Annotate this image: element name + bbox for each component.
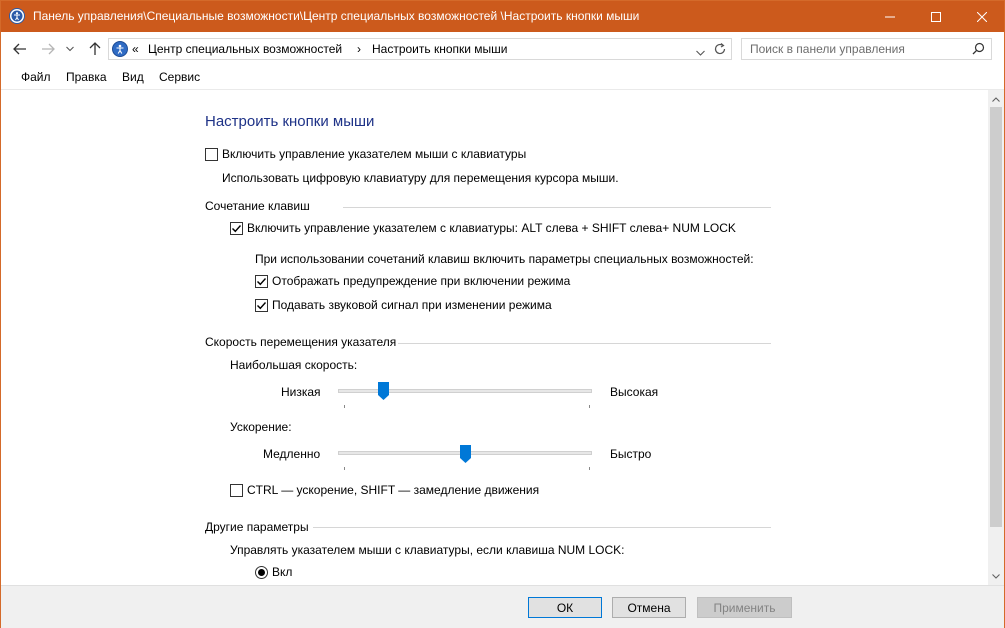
shortcut-note: При использовании сочетаний клавиш включ… <box>255 252 754 266</box>
checkbox-label: Включить управление указателем с клавиат… <box>247 221 736 235</box>
page-title: Настроить кнопки мыши <box>205 113 375 130</box>
checkbox-box[interactable] <box>255 274 268 288</box>
vertical-scrollbar[interactable] <box>988 90 1004 585</box>
ctrl-shift-checkbox[interactable]: CTRL — ускорение, SHIFT — замедление дви… <box>230 483 539 497</box>
acceleration-low-label: Медленно <box>263 447 321 461</box>
menu-edit[interactable]: Правка <box>66 70 107 84</box>
maximize-button[interactable] <box>913 1 959 32</box>
ok-button[interactable]: ОК <box>528 597 602 618</box>
menu-bar: Файл Правка Вид Сервис <box>1 66 1004 90</box>
content-area: Настроить кнопки мыши Включить управлени… <box>1 90 988 585</box>
checkbox-label: Включить управление указателем мыши с кл… <box>222 147 527 161</box>
top-speed-high-label: Высокая <box>610 385 659 399</box>
control-panel-window: Панель управления\Специальные возможност… <box>0 0 1005 628</box>
scroll-up-button[interactable] <box>988 91 1004 107</box>
checkmark-icon <box>232 224 242 232</box>
chevron-down-icon <box>66 46 74 52</box>
refresh-button[interactable] <box>713 42 727 59</box>
minimize-button[interactable] <box>867 1 913 32</box>
top-speed-slider-thumb[interactable] <box>378 382 390 400</box>
window-title: Панель управления\Специальные возможност… <box>33 9 640 23</box>
breadcrumb-separator[interactable]: › <box>357 42 361 56</box>
top-speed-low-label: Низкая <box>281 385 321 399</box>
search-box <box>741 38 992 60</box>
checkbox-box[interactable] <box>230 221 243 235</box>
maximize-icon <box>931 11 941 22</box>
scrollbar-thumb[interactable] <box>990 107 1002 527</box>
checkbox-label: Подавать звуковой сигнал при изменении р… <box>272 298 552 312</box>
back-button[interactable] <box>11 40 29 58</box>
ease-of-access-icon <box>9 8 25 24</box>
section-title-speed: Скорость перемещения указателя <box>205 335 397 349</box>
radio-label: Вкл <box>272 565 293 579</box>
slider-tick <box>589 467 590 470</box>
slider-tick <box>589 405 590 408</box>
arrow-up-icon <box>89 42 101 55</box>
slider-tick <box>344 467 345 470</box>
checkbox-label: Отображать предупреждение при включении … <box>272 274 571 288</box>
top-speed-label: Наибольшая скорость: <box>230 358 358 372</box>
checkbox-box[interactable] <box>230 483 243 497</box>
shortcut-toggle-checkbox[interactable]: Включить управление указателем с клавиат… <box>230 221 736 235</box>
numlock-on-radio[interactable]: Вкл <box>255 565 292 579</box>
menu-tools[interactable]: Сервис <box>159 70 200 84</box>
forward-button[interactable] <box>39 40 57 58</box>
search-icon <box>972 42 985 55</box>
chevron-down-icon <box>992 573 1000 579</box>
dialog-button-bar: ОК Отмена Применить <box>1 585 1004 628</box>
search-input[interactable] <box>743 40 963 58</box>
section-divider <box>398 343 771 344</box>
slider-tick <box>344 405 345 408</box>
minimize-icon <box>885 16 895 17</box>
address-dropdown-button[interactable] <box>696 45 705 59</box>
close-button[interactable] <box>959 1 1005 32</box>
checkbox-label: CTRL — ускорение, SHIFT — замедление дви… <box>247 483 540 497</box>
numlock-label: Управлять указателем мыши с клавиатуры, … <box>230 543 625 557</box>
checkbox-box[interactable] <box>255 298 268 312</box>
address-bar: « Центр специальных возможностей › Настр… <box>1 32 1004 66</box>
title-bar: Панель управления\Специальные возможност… <box>1 1 1004 32</box>
checkmark-icon <box>257 301 267 309</box>
sound-toggle-checkbox[interactable]: Подавать звуковой сигнал при изменении р… <box>255 298 552 312</box>
breadcrumb-item-ease-center[interactable]: Центр специальных возможностей <box>148 42 342 56</box>
close-icon <box>977 11 987 22</box>
chevron-down-icon <box>696 50 705 56</box>
top-speed-slider-track[interactable] <box>338 389 592 393</box>
menu-view[interactable]: Вид <box>122 70 144 84</box>
checkmark-icon <box>257 277 267 285</box>
chevron-up-icon <box>992 96 1000 102</box>
recent-locations-button[interactable] <box>64 40 76 58</box>
breadcrumb-overflow[interactable]: « <box>132 42 139 56</box>
section-title-shortcut: Сочетание клавиш <box>205 199 310 213</box>
radio-dot <box>258 568 265 576</box>
search-button[interactable] <box>972 42 985 58</box>
warning-toggle-checkbox[interactable]: Отображать предупреждение при включении … <box>255 274 570 288</box>
up-button[interactable] <box>86 40 104 58</box>
section-divider <box>343 207 771 208</box>
enable-mouse-keys-checkbox[interactable]: Включить управление указателем мыши с кл… <box>205 147 526 161</box>
checkbox-box[interactable] <box>205 147 218 161</box>
acceleration-slider-thumb[interactable] <box>459 445 471 463</box>
refresh-icon <box>714 43 726 55</box>
address-field[interactable]: « Центр специальных возможностей › Настр… <box>108 38 732 60</box>
ease-of-access-icon <box>112 41 128 57</box>
enable-description: Использовать цифровую клавиатуру для пер… <box>222 171 619 185</box>
arrow-right-icon <box>42 43 55 55</box>
acceleration-label: Ускорение: <box>230 420 292 434</box>
radio-circle[interactable] <box>255 565 268 579</box>
acceleration-high-label: Быстро <box>610 447 652 461</box>
arrow-left-icon <box>13 43 26 55</box>
scroll-down-button[interactable] <box>988 568 1004 584</box>
section-divider <box>313 527 771 528</box>
apply-button[interactable]: Применить <box>697 597 792 618</box>
section-title-other: Другие параметры <box>205 520 309 534</box>
menu-file[interactable]: Файл <box>21 70 51 84</box>
cancel-button[interactable]: Отмена <box>612 597 686 618</box>
breadcrumb-item-mouse-buttons[interactable]: Настроить кнопки мыши <box>372 42 508 56</box>
